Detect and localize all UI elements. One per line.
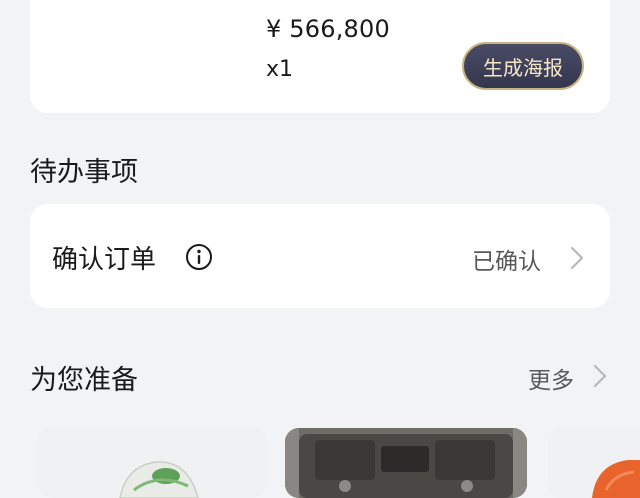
product-image [592, 460, 640, 498]
order-price: ¥ 566,800 [266, 15, 390, 43]
product-image [285, 428, 527, 498]
info-circle-icon[interactable] [185, 243, 213, 271]
product-image [70, 0, 220, 6]
recommend-card[interactable] [38, 428, 266, 498]
todo-item-label: 确认订单 [52, 245, 157, 275]
order-quantity: x1 [266, 57, 294, 82]
order-card[interactable]: ¥ 566,800 x1 生成海报 [30, 0, 610, 113]
chevron-right-icon [570, 246, 584, 270]
todo-item-status: 已确认 [472, 249, 541, 275]
recommend-card[interactable] [285, 428, 527, 498]
recommend-section-title: 为您准备 [30, 365, 138, 396]
todo-section-title: 待办事项 [30, 157, 138, 188]
confirm-order-row[interactable]: 确认订单 已确认 [30, 204, 610, 308]
product-image [119, 461, 199, 498]
generate-poster-button[interactable]: 生成海报 [462, 42, 584, 90]
recommend-card[interactable] [548, 428, 640, 498]
more-link[interactable]: 更多 [528, 361, 574, 395]
chevron-right-icon[interactable] [593, 364, 607, 388]
